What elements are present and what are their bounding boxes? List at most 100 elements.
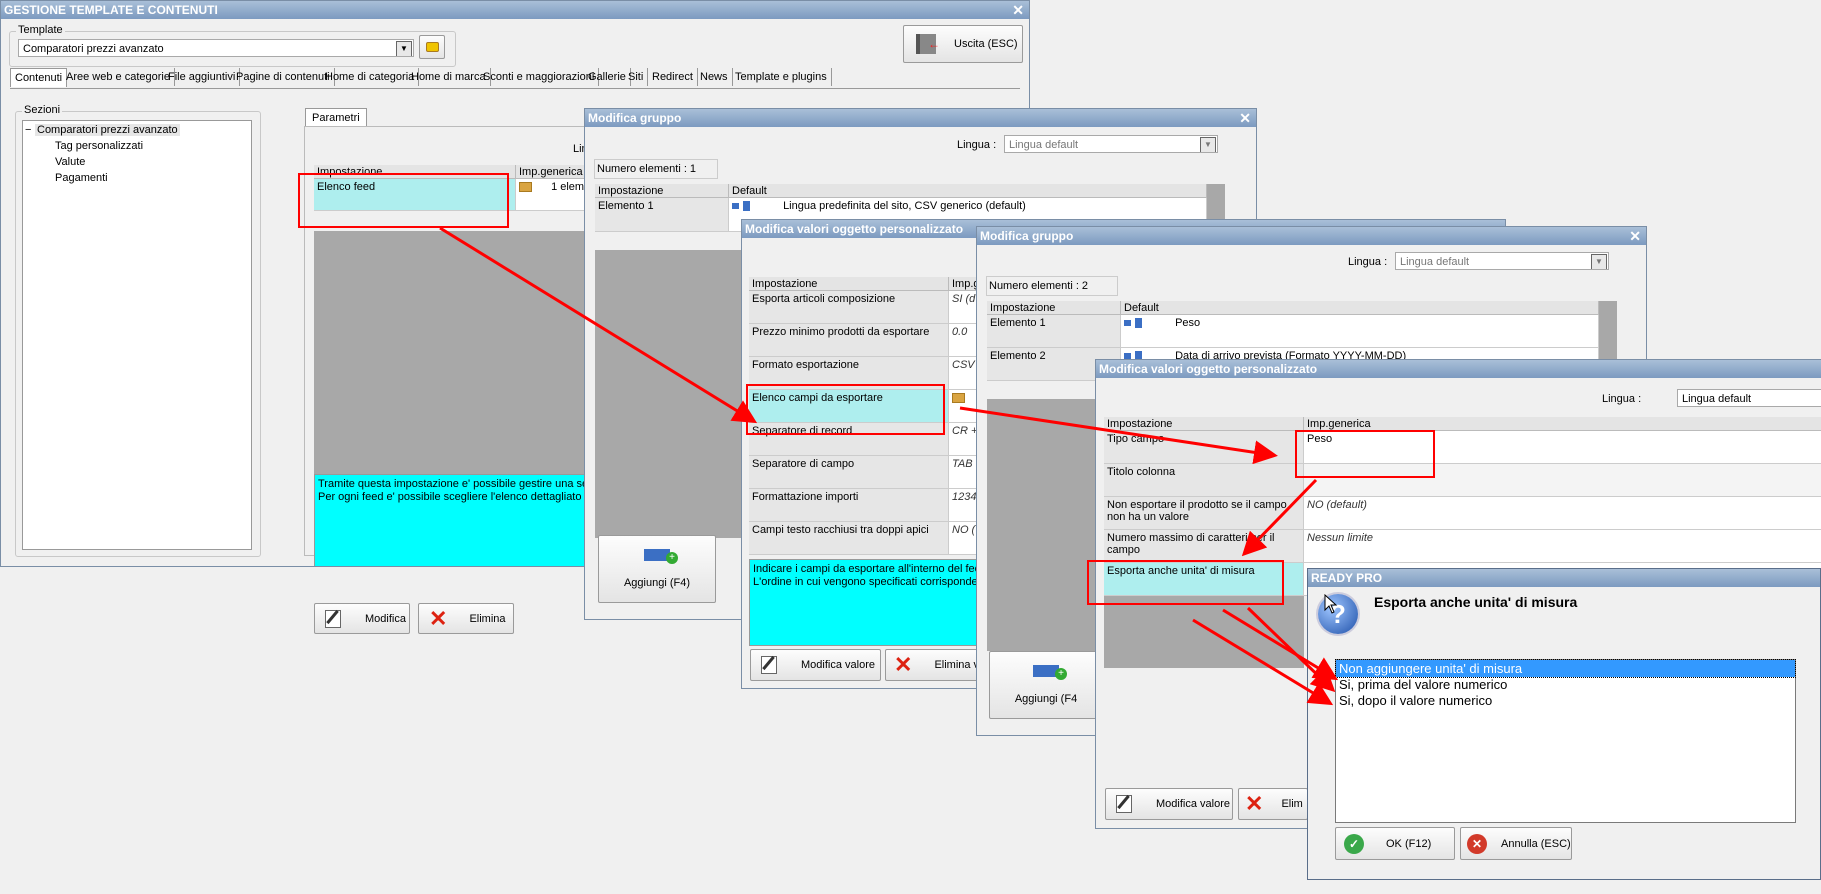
custom1-row-label: Separatore di campo (752, 458, 855, 470)
custom1-row[interactable]: Formattazione importi (749, 489, 949, 522)
group1-close-icon[interactable]: ✕ (1239, 109, 1251, 127)
main-modifica-button[interactable]: Modifica (314, 603, 410, 634)
custom1-col-impostazione: Impostazione (749, 277, 949, 291)
tab-template-plugins[interactable]: Template e plugins (731, 68, 832, 86)
custom2-lingua-value: Lingua default (1682, 393, 1752, 405)
template-legend: Template (16, 24, 65, 36)
add-icon: + (644, 549, 678, 564)
desc-line: Per ogni feed e' possibile scegliere l'e… (318, 491, 597, 503)
custom2-row-tipo-campo[interactable]: Tipo campo (1104, 431, 1304, 464)
chevron-down-icon[interactable]: ▼ (1200, 137, 1216, 152)
custom1-row-value-text: CR + (952, 425, 978, 437)
custom2-row-numero-caratteri[interactable]: Numero massimo di caratteri per il campo (1104, 530, 1304, 563)
custom2-col-impostazione: Impostazione (1104, 417, 1304, 431)
custom2-modifica-button[interactable]: Modifica valore (1105, 788, 1233, 820)
modifica-label: Modifica (365, 612, 406, 625)
custom1-row[interactable]: Prezzo minimo prodotti da esportare (749, 324, 949, 357)
group2-close-icon[interactable]: ✕ (1629, 227, 1641, 245)
template-fieldset: Template Comparatori prezzi avanzato ▼ (9, 24, 456, 67)
main-elimina-button[interactable]: ✕ Elimina (418, 603, 514, 634)
custom2-row-titolo-colonna[interactable]: Titolo colonna (1104, 464, 1304, 497)
delete-icon: ✕ (1245, 791, 1264, 816)
group2-row-label: Elemento 1 (990, 317, 1046, 329)
custom1-row-label: Formato esportazione (752, 359, 859, 371)
tree-collapse-toggle[interactable]: − (25, 123, 35, 137)
custom1-row[interactable]: Campi testo racchiusi tra doppi apici (749, 522, 949, 555)
custom1-row-value-text: CSV (952, 359, 975, 371)
tree-item-comparatori[interactable]: − Comparatori prezzi avanzato (25, 123, 180, 137)
exit-button[interactable]: ← Uscita (ESC) (903, 25, 1023, 63)
tab-label: Gallerie (588, 71, 626, 83)
group1-col-default: Default (729, 184, 1207, 198)
template-select-value: Comparatori prezzi avanzato (23, 43, 164, 55)
group1-lingua-value: Lingua default (1009, 139, 1079, 151)
parametri-tab[interactable]: Parametri (305, 108, 367, 127)
custom2-grid-empty (1104, 596, 1304, 668)
tab-label: Template e plugins (735, 71, 827, 83)
option-item[interactable]: Si, dopo il valore numerico (1336, 693, 1795, 709)
group2-col-default: Default (1121, 301, 1599, 315)
group2-lingua-label: Lingua : (1348, 256, 1388, 268)
custom1-row-value-text: 1234 (952, 491, 977, 503)
exit-label: Uscita (ESC) (954, 38, 1018, 50)
group1-aggiungi-button[interactable]: + Aggiungi (F4) (598, 535, 716, 603)
custom1-modifica-button[interactable]: Modifica valore (750, 649, 881, 681)
group1-col-impostazione: Impostazione (595, 184, 729, 198)
custom2-elimina-button[interactable]: ✕ Elim (1238, 788, 1308, 820)
mouse-cursor-icon (1324, 594, 1338, 614)
chevron-down-icon[interactable]: ▼ (1591, 254, 1607, 269)
custom2-row-value[interactable]: NO (default) (1304, 497, 1821, 530)
highlight-elenco-campi (746, 384, 945, 435)
tab-file-aggiuntivi[interactable]: File aggiuntivi (164, 68, 241, 86)
group2-row[interactable]: Elemento 1 (987, 315, 1121, 348)
highlight-unita-misura (1087, 560, 1284, 605)
cancel-button[interactable]: ✕ Annulla (ESC) (1460, 827, 1572, 860)
template-select[interactable]: Comparatori prezzi avanzato ▼ (18, 39, 414, 57)
exit-icon: ← (916, 34, 940, 54)
desc-line: Tramite questa impostazione e' possibile… (318, 478, 595, 490)
group1-row-value-text: Lingua predefinita del sito, CSV generic… (783, 200, 1026, 212)
tab-label: Aree web e categorie (66, 71, 170, 83)
template-open-button[interactable] (419, 35, 445, 59)
tree-item-tag[interactable]: Tag personalizzati (55, 139, 143, 153)
tab-siti[interactable]: Siti (624, 68, 649, 86)
tab-news[interactable]: News (696, 68, 733, 86)
tab-aree-web[interactable]: Aree web e categorie (62, 68, 175, 86)
tab-pagine-contenuti[interactable]: Pagine di contenuti (232, 68, 335, 86)
custom1-row-value-text: 0.0 (952, 326, 968, 338)
tab-sconti[interactable]: Sconti e maggiorazioni (479, 68, 600, 86)
group1-lingua-select[interactable]: Lingua default ▼ (1004, 135, 1218, 153)
option-item[interactable]: Non aggiungere unita' di misura (1335, 659, 1796, 678)
custom1-row[interactable]: Separatore di campo (749, 456, 949, 489)
custom2-row-value[interactable]: Nessun limite (1304, 530, 1821, 563)
custom2-lingua-select[interactable]: Lingua default (1677, 389, 1821, 407)
custom2-title: Modifica valori oggetto personalizzato (1099, 362, 1318, 376)
tab-label: File aggiuntivi (168, 71, 236, 83)
check-icon: ✓ (1344, 833, 1364, 854)
main-close-icon[interactable]: ✕ (1012, 1, 1024, 19)
group2-row-value[interactable]: Peso (1121, 315, 1599, 348)
tab-contenuti[interactable]: Contenuti (10, 68, 68, 87)
tree-item-pagamenti[interactable]: Pagamenti (55, 171, 108, 185)
sezioni-tree: − Comparatori prezzi avanzato Tag persona… (22, 120, 252, 550)
main-description: Tramite questa impostazione e' possibile… (314, 474, 617, 566)
chevron-down-icon[interactable]: ▼ (396, 41, 412, 56)
group1-row-elemento-1[interactable]: Elemento 1 (595, 198, 729, 232)
main-title: GESTIONE TEMPLATE E CONTENUTI (4, 3, 218, 17)
highlight-tipo-campo (1295, 430, 1435, 478)
tab-redirect[interactable]: Redirect (648, 68, 698, 86)
group1-count: Numero elementi : 1 (594, 159, 718, 179)
tab-home-categoria[interactable]: Home di categoria (321, 68, 420, 86)
tree-item-valute[interactable]: Valute (55, 155, 85, 169)
custom2-row-non-esportare[interactable]: Non esportare il prodotto se il campo no… (1104, 497, 1304, 530)
options-list[interactable]: Non aggiungere unita' di misura Si, prim… (1335, 659, 1796, 823)
sezioni-legend: Sezioni (22, 104, 63, 116)
group2-aggiungi-button[interactable]: + Aggiungi (F4 (989, 651, 1103, 719)
group2-lingua-select[interactable]: Lingua default ▼ (1395, 252, 1609, 270)
option-item[interactable]: Si, prima del valore numerico (1336, 677, 1795, 693)
custom1-row[interactable]: Esporta articoli composizione (749, 291, 949, 324)
custom2-row-label: Titolo colonna (1107, 466, 1176, 478)
folder-icon (952, 393, 965, 404)
ok-button[interactable]: ✓ OK (F12) (1335, 827, 1455, 860)
aggiungi-label: Aggiungi (F4 (1014, 693, 1078, 705)
